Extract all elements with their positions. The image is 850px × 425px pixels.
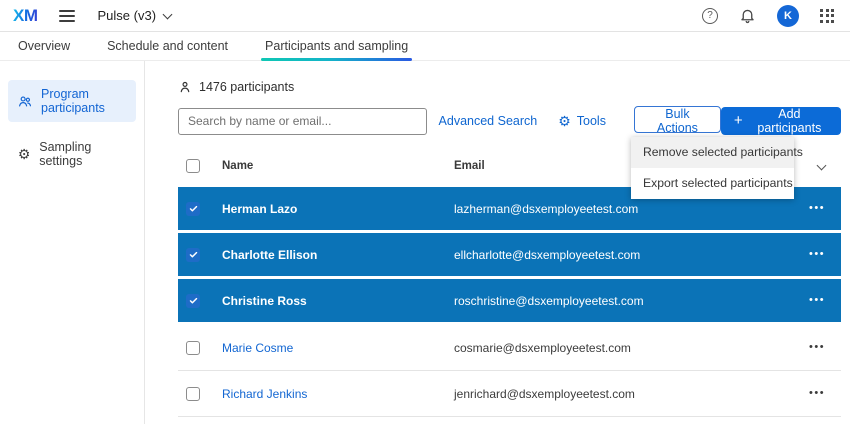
app-switcher-icon[interactable] bbox=[820, 8, 834, 23]
row-checkbox[interactable] bbox=[186, 201, 200, 216]
participant-name: Christine Ross bbox=[222, 293, 307, 308]
program-name: Pulse (v3) bbox=[97, 8, 157, 23]
advanced-search-link[interactable]: Advanced Search bbox=[439, 114, 538, 128]
row-actions-menu[interactable]: ••• bbox=[809, 203, 825, 214]
plus-icon: + bbox=[733, 112, 743, 129]
gear-icon: ⚙ bbox=[558, 113, 571, 129]
row-checkbox[interactable] bbox=[186, 293, 200, 308]
tab-overview[interactable]: Overview bbox=[18, 32, 70, 60]
people-icon bbox=[17, 94, 33, 109]
xm-logo: XM bbox=[13, 5, 38, 25]
app-window: XM Pulse (v3) ? K Overview Schedule and … bbox=[0, 0, 850, 425]
sidebar-item-label: Program participants bbox=[41, 87, 105, 115]
program-selector[interactable]: Pulse (v3) bbox=[97, 8, 173, 23]
menu-item-export-selected-participants[interactable]: Export selected participants bbox=[631, 168, 794, 199]
checkmark-icon bbox=[189, 297, 197, 304]
row-actions-menu[interactable]: ••• bbox=[809, 342, 825, 353]
table-row[interactable]: Marie Cosme cosmarie@dsxemployeetest.com… bbox=[178, 325, 842, 371]
tools-button[interactable]: ⚙ Tools bbox=[558, 114, 606, 128]
gear-icon: ⚙ bbox=[17, 146, 31, 162]
participants-count-row: 1476 participants bbox=[178, 78, 841, 95]
participant-email: jenrichard@dsxemployeetest.com bbox=[454, 386, 635, 401]
participant-name[interactable]: Richard Jenkins bbox=[222, 387, 307, 401]
sidebar-item-sampling-settings[interactable]: ⚙ Sampling settings bbox=[8, 133, 136, 175]
toolbar: Advanced Search ⚙ Tools Bulk Actions Rem… bbox=[178, 105, 842, 199]
bulk-actions-menu: Remove selected participants Export sele… bbox=[630, 136, 803, 199]
checkmark-icon bbox=[189, 251, 197, 258]
table-row[interactable]: Charlotte Ellison ellcharlotte@dsxemploy… bbox=[178, 233, 842, 279]
row-actions-menu[interactable]: ••• bbox=[809, 388, 825, 399]
participant-email: roschristine@dsxemployeetest.com bbox=[454, 293, 644, 308]
bulk-actions-button[interactable]: Bulk Actions bbox=[633, 105, 721, 135]
sidebar-item-program-participants[interactable]: Program participants bbox=[8, 80, 136, 122]
participant-email: lazherman@dsxemployeetest.com bbox=[454, 201, 639, 216]
sidebar: Program participants ⚙ Sampling settings bbox=[0, 61, 145, 424]
row-checkbox[interactable] bbox=[186, 247, 200, 262]
top-right-icons: ? K bbox=[702, 4, 834, 27]
tab-participants-and-sampling[interactable]: Participants and sampling bbox=[261, 32, 413, 61]
sidebar-item-label: Sampling settings bbox=[39, 140, 92, 168]
participant-name: Herman Lazo bbox=[222, 201, 298, 216]
table-row[interactable]: Richard Jenkins jenrichard@dsxemployeete… bbox=[178, 371, 842, 417]
tab-schedule-and-content[interactable]: Schedule and content bbox=[107, 32, 228, 60]
bulk-actions-wrapper: Bulk Actions Remove selected participant… bbox=[630, 105, 803, 199]
search-input[interactable] bbox=[178, 107, 427, 135]
table-row[interactable]: Christine Ross roschristine@dsxemployeet… bbox=[178, 279, 842, 325]
checkmark-icon bbox=[189, 205, 197, 212]
row-checkbox[interactable] bbox=[186, 340, 200, 355]
participant-name: Charlotte Ellison bbox=[222, 247, 318, 262]
hamburger-menu-icon[interactable] bbox=[58, 9, 75, 22]
participant-email: cosmarie@dsxemployeetest.com bbox=[454, 340, 631, 355]
tab-bar: Overview Schedule and content Participan… bbox=[0, 32, 850, 61]
participant-email: ellcharlotte@dsxemployeetest.com bbox=[454, 247, 641, 262]
user-avatar[interactable]: K bbox=[777, 4, 799, 27]
chevron-down-icon bbox=[162, 9, 173, 19]
top-bar: XM Pulse (v3) ? K bbox=[0, 0, 850, 32]
notification-bell-icon[interactable] bbox=[739, 7, 756, 24]
person-icon bbox=[180, 81, 190, 92]
row-checkbox[interactable] bbox=[186, 386, 200, 401]
participants-count: 1476 participants bbox=[199, 79, 295, 94]
participant-name[interactable]: Marie Cosme bbox=[222, 341, 293, 355]
add-participants-button[interactable]: + Add participants bbox=[720, 107, 842, 135]
help-icon[interactable]: ? bbox=[702, 7, 718, 24]
select-all-checkbox[interactable] bbox=[186, 158, 200, 173]
main-content: 1476 participants Advanced Search ⚙ Tool… bbox=[145, 61, 850, 424]
column-options-chevron-icon[interactable] bbox=[816, 160, 827, 171]
column-header-name: Name bbox=[222, 159, 254, 172]
row-actions-menu[interactable]: ••• bbox=[809, 249, 825, 260]
row-actions-menu[interactable]: ••• bbox=[809, 295, 825, 306]
menu-item-remove-selected-participants[interactable]: Remove selected participants bbox=[630, 136, 803, 168]
